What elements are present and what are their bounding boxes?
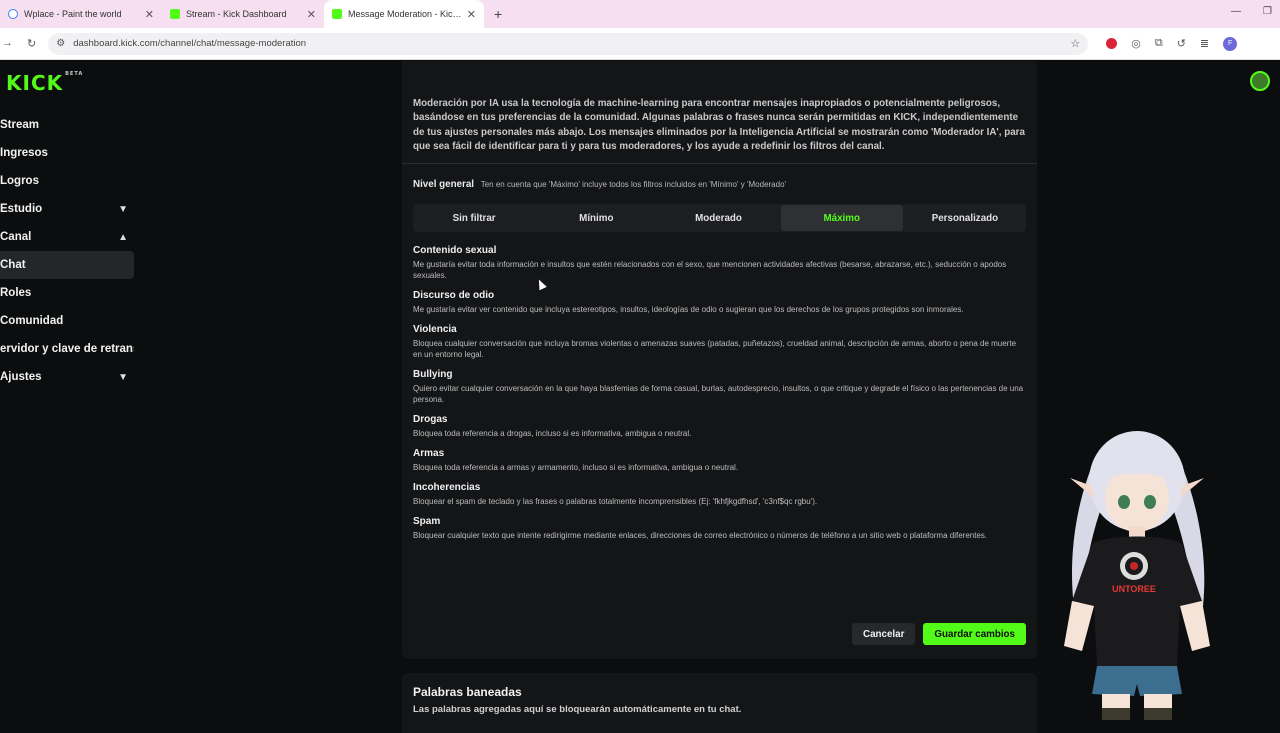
level-option-maximo[interactable]: Máximo xyxy=(780,205,903,231)
level-option-personalizado[interactable]: Personalizado xyxy=(904,204,1026,232)
filter-list: Contenido sexual Me gustaría evitar toda… xyxy=(413,245,1025,550)
sidebar-item-comunidad[interactable]: Comunidad xyxy=(0,307,134,335)
browser-tab[interactable]: Wplace - Paint the world ✕ xyxy=(0,0,162,28)
filter-item: Discurso de odio Me gustaría evitar ver … xyxy=(413,290,1025,315)
window-controls: — ❐ xyxy=(1231,6,1272,17)
banned-words-panel: Palabras baneadas Las palabras agregadas… xyxy=(402,673,1037,733)
tab-title: Stream - Kick Dashboard xyxy=(186,9,287,19)
close-icon[interactable]: ✕ xyxy=(467,8,476,21)
filter-description: Bloquea toda referencia a drogas, inclus… xyxy=(413,429,692,438)
media-icon[interactable]: ≣ xyxy=(1200,37,1209,50)
site-settings-icon[interactable]: ⚙ xyxy=(56,38,65,49)
shirt-text: UNTOREE xyxy=(1112,584,1156,594)
browser-tab-active[interactable]: Message Moderation - Kick Dash ✕ xyxy=(324,0,484,28)
filter-title: Contenido sexual xyxy=(413,245,497,256)
divider xyxy=(402,163,1037,164)
url-field[interactable]: ⚙ dashboard.kick.com/channel/chat/messag… xyxy=(48,32,1089,55)
filter-description: Bloquea cualquier conversación que inclu… xyxy=(413,339,1017,359)
filter-description: Quiero evitar cualquier conversación en … xyxy=(413,384,1024,404)
level-label: Nivel general xyxy=(413,179,474,190)
filter-title: Drogas xyxy=(413,414,448,425)
level-hint: Ten en cuenta que 'Máximo' incluye todos… xyxy=(480,180,787,189)
globe-icon xyxy=(8,9,18,19)
close-icon[interactable]: ✕ xyxy=(145,8,154,21)
url-text: dashboard.kick.com/channel/chat/message-… xyxy=(73,38,307,49)
kick-icon xyxy=(332,9,342,19)
chevron-down-icon: ▼ xyxy=(118,203,128,215)
level-option-moderado[interactable]: Moderado xyxy=(657,204,779,232)
level-row: Nivel general Ten en cuenta que 'Máximo'… xyxy=(413,179,786,190)
moderation-intro: Moderación por IA usa la tecnología de m… xyxy=(413,98,1025,152)
chevron-down-icon: ▼ xyxy=(118,371,128,383)
user-avatar[interactable] xyxy=(1250,71,1270,91)
filter-item: Spam Bloquear cualquier texto que intent… xyxy=(413,516,1025,541)
browser-tab[interactable]: Stream - Kick Dashboard ✕ xyxy=(162,0,324,28)
level-option-sin-filtrar[interactable]: Sin filtrar xyxy=(413,204,535,232)
action-buttons: Cancelar Guardar cambios xyxy=(852,623,1026,645)
kick-logo[interactable]: KICK BETA xyxy=(6,71,83,95)
filter-title: Spam xyxy=(413,516,441,527)
filter-description: Bloquear cualquier texto que intente red… xyxy=(413,531,988,540)
restore-icon[interactable]: ❐ xyxy=(1263,6,1272,17)
save-button[interactable]: Guardar cambios xyxy=(923,623,1026,645)
filter-description: Bloquea toda referencia a armas y armame… xyxy=(413,463,739,472)
cancel-button[interactable]: Cancelar xyxy=(852,623,916,645)
filter-title: Incoherencias xyxy=(413,482,481,493)
sidebar-item-servidor[interactable]: ervidor y clave de retrans xyxy=(0,335,134,363)
extension-icon[interactable]: ◎ xyxy=(1131,37,1141,50)
reload-icon[interactable]: ↻ xyxy=(27,37,36,50)
history-icon[interactable]: ↺ xyxy=(1177,37,1186,50)
sidebar-item-chat[interactable]: Chat xyxy=(0,251,134,279)
extension-icon[interactable] xyxy=(1106,38,1118,49)
sidebar-item-stream[interactable]: Stream xyxy=(0,111,134,139)
filter-item: Contenido sexual Me gustaría evitar toda… xyxy=(413,245,1025,281)
kick-dashboard: KICK BETA Stream Ingresos Logros Estudio ▼… xyxy=(0,61,1280,733)
banned-words-title: Palabras baneadas xyxy=(413,685,522,699)
browser-tab-strip: Wplace - Paint the world ✕ Stream - Kick… xyxy=(0,0,1280,28)
filter-title: Armas xyxy=(413,448,445,459)
moderation-panel: Moderación por IA usa la tecnología de m… xyxy=(402,61,1037,659)
vtuber-avatar: UNTOREE xyxy=(1064,431,1210,720)
forward-icon[interactable]: → xyxy=(2,37,13,50)
filter-title: Discurso de odio xyxy=(413,290,495,301)
filter-item: Incoherencias Bloquear el spam de teclad… xyxy=(413,482,1025,507)
kick-icon xyxy=(170,9,180,19)
tab-title: Message Moderation - Kick Dash xyxy=(348,9,463,19)
puzzle-icon[interactable]: ⧉ xyxy=(1155,37,1163,50)
level-option-minimo[interactable]: Mínimo xyxy=(535,204,657,232)
filter-description: Bloquear el spam de teclado y las frases… xyxy=(413,497,818,506)
profile-avatar[interactable]: F xyxy=(1223,36,1238,51)
star-icon[interactable]: ☆ xyxy=(1070,37,1080,50)
sidebar-item-roles[interactable]: Roles xyxy=(0,279,134,307)
banned-words-subtitle: Las palabras agregadas aquí se bloqueará… xyxy=(413,704,742,715)
new-tab-icon[interactable]: + xyxy=(484,0,512,28)
sidebar-item-estudio[interactable]: Estudio ▼ xyxy=(0,195,134,223)
filter-title: Violencia xyxy=(413,324,457,335)
sidebar-item-ajustes[interactable]: Ajustes ▼ xyxy=(0,363,134,391)
sidebar: Stream Ingresos Logros Estudio ▼ Canal ▲ C… xyxy=(0,111,134,391)
minimize-icon[interactable]: — xyxy=(1231,6,1241,17)
sidebar-item-canal[interactable]: Canal ▲ xyxy=(0,223,134,251)
sidebar-item-logros[interactable]: Logros xyxy=(0,167,134,195)
filter-item: Drogas Bloquea toda referencia a drogas,… xyxy=(413,414,1025,439)
chevron-up-icon: ▲ xyxy=(118,231,128,243)
filter-description: Me gustaría evitar ver contenido que inc… xyxy=(413,305,964,314)
sidebar-item-ingresos[interactable]: Ingresos xyxy=(0,139,134,167)
filter-item: Armas Bloquea toda referencia a armas y … xyxy=(413,448,1025,473)
close-icon[interactable]: ✕ xyxy=(307,8,316,21)
tab-title: Wplace - Paint the world xyxy=(24,9,122,19)
filter-item: Violencia Bloquea cualquier conversación… xyxy=(413,324,1025,360)
filter-description: Me gustaría evitar toda información e in… xyxy=(413,260,1007,280)
address-bar: → ↻ ⚙ dashboard.kick.com/channel/chat/me… xyxy=(0,28,1280,60)
filter-title: Bullying xyxy=(413,369,453,380)
filter-item: Bullying Quiero evitar cualquier convers… xyxy=(413,369,1025,405)
level-selector: Sin filtrar Mínimo Moderado Máximo Perso… xyxy=(413,204,1026,232)
